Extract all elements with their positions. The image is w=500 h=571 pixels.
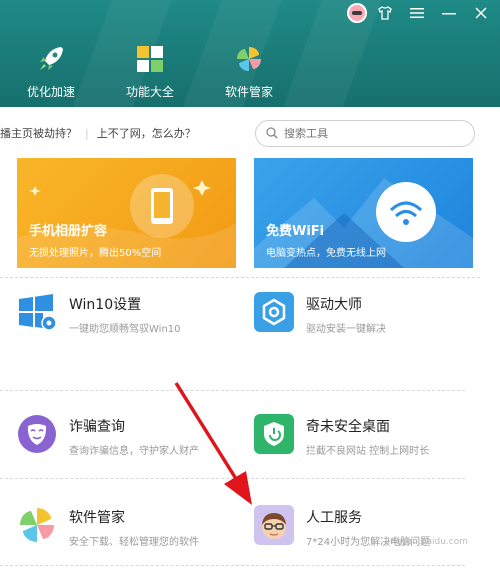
tool-desc: 一键助您顺畅驾驭Win10 — [69, 324, 181, 335]
tool-driver-master[interactable]: 驱动大师 驱动安装一键解决 — [254, 292, 474, 338]
windows-icon — [17, 292, 57, 332]
nav-tab-optimize[interactable]: 优化加速 — [6, 42, 96, 100]
nav-tab-software[interactable]: 软件管家 — [204, 42, 294, 100]
mascot-avatar-icon[interactable] — [347, 3, 367, 23]
divider — [0, 565, 465, 566]
banner-photo-expand[interactable]: 手机相册扩容 无损处理照片，腾出50%空间 — [17, 158, 236, 268]
close-icon[interactable] — [472, 4, 490, 22]
divider — [0, 277, 480, 278]
tip-link[interactable]: 播主页被劫持？ — [0, 125, 77, 141]
tool-title: 奇未安全桌面 — [306, 419, 390, 435]
tool-desc: 拦截不良网站 控制上网时长 — [306, 446, 430, 457]
menu-icon[interactable] — [408, 4, 426, 22]
nav-tab-features[interactable]: 功能大全 — [105, 42, 195, 100]
shirt-icon[interactable] — [376, 4, 394, 22]
tips-row: 播主页被劫持？ | 上不了网，怎么办？ — [0, 118, 260, 148]
tool-title: Win10设置 — [69, 297, 142, 313]
banner-title: 手机相册扩容 — [29, 224, 108, 239]
banner-free-wifi[interactable]: 免费WiFi 电脑变热点，免费无线上网 — [254, 158, 473, 268]
tip-link[interactable]: 上不了网，怎么办？ — [97, 125, 196, 141]
divider — [0, 478, 465, 479]
tool-secure-desktop[interactable]: 奇未安全桌面 拦截不良网站 控制上网时长 — [254, 414, 474, 460]
window-controls — [376, 4, 490, 22]
tool-title: 人工服务 — [306, 510, 362, 526]
tip-divider: | — [85, 126, 89, 140]
minimize-icon[interactable] — [440, 4, 458, 22]
mask-icon — [17, 414, 57, 454]
nav-label: 功能大全 — [125, 85, 174, 99]
tool-fraud-check[interactable]: 诈骗查询 查询诈骗信息，守护家人财产 — [17, 414, 237, 460]
watermark-text: jingyan.baidu.com — [384, 537, 468, 547]
banner-subtitle: 无损处理照片，腾出50%空间 — [29, 248, 162, 259]
banner-subtitle: 电脑变热点，免费无线上网 — [266, 248, 386, 259]
shield-icon — [254, 414, 294, 454]
pinwheel-icon — [232, 42, 266, 76]
tool-win10-settings[interactable]: Win10设置 一键助您顺畅驾驭Win10 — [17, 292, 237, 338]
tool-title: 软件管家 — [69, 510, 125, 526]
tool-desc: 安全下载、轻松管理您的软件 — [69, 537, 199, 548]
tool-software-manager[interactable]: 软件管家 安全下载、轻松管理您的软件 — [17, 505, 237, 551]
search-box[interactable] — [255, 120, 475, 147]
tool-desc: 查询诈骗信息，守护家人财产 — [69, 446, 199, 457]
hex-gear-icon — [254, 292, 294, 332]
tool-desc: 驱动安装一键解决 — [306, 324, 386, 335]
tool-title: 诈骗查询 — [69, 419, 125, 435]
pinwheel-icon — [17, 505, 57, 545]
nav-label: 软件管家 — [224, 85, 273, 99]
banner-title: 免费WiFi — [266, 224, 325, 239]
search-input[interactable] — [284, 127, 454, 140]
rocket-icon — [34, 42, 68, 76]
person-icon — [254, 505, 294, 545]
search-icon — [266, 124, 278, 143]
nav-label: 优化加速 — [26, 85, 75, 99]
divider — [0, 390, 465, 391]
grid-icon — [133, 42, 167, 76]
tool-title: 驱动大师 — [306, 297, 362, 313]
app-header: 优化加速 功能大全 软件管家 — [0, 0, 500, 107]
